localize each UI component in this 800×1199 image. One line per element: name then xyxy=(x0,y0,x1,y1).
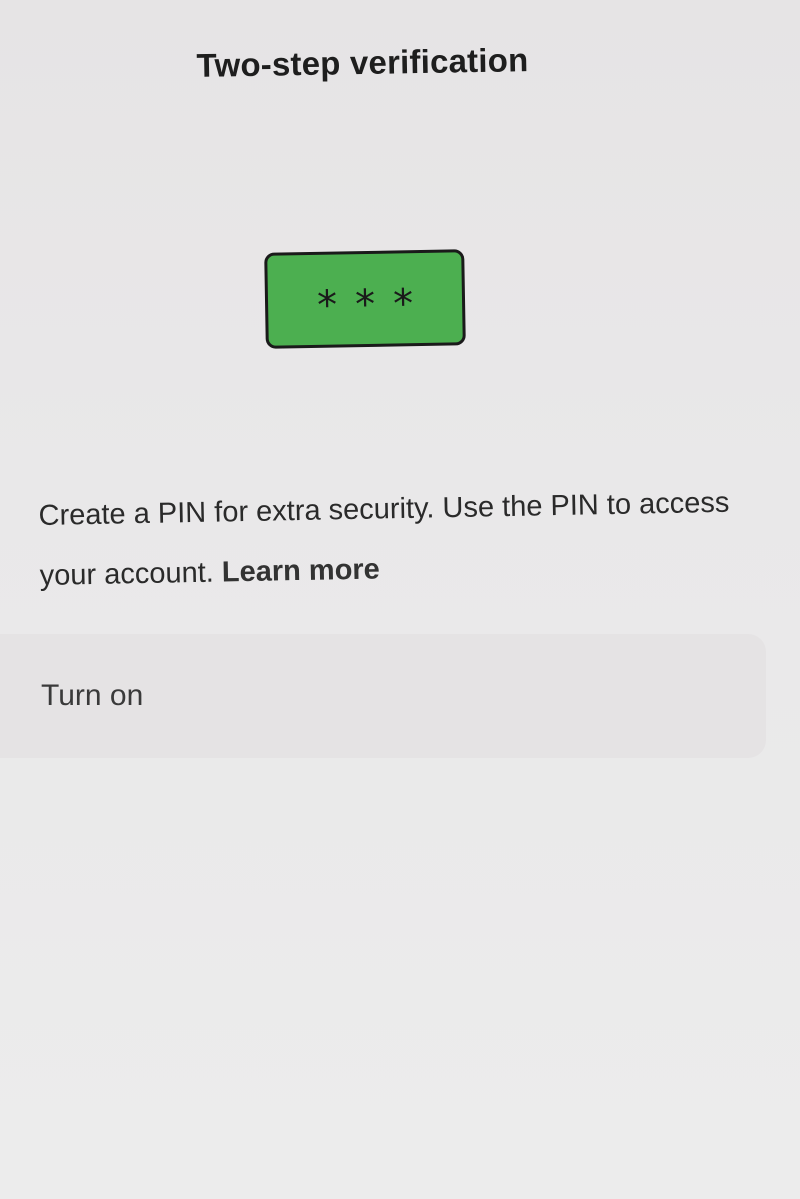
pin-description: Create a PIN for extra security. Use the… xyxy=(38,473,740,606)
description-text: Create a PIN for extra security. Use the… xyxy=(38,486,730,592)
page-title: Two-step verification xyxy=(196,41,529,84)
asterisk-glyph: * xyxy=(354,281,376,329)
turn-on-button[interactable]: Turn on xyxy=(0,634,766,758)
learn-more-link[interactable]: Learn more xyxy=(222,553,381,588)
asterisk-glyph: * xyxy=(392,281,414,328)
pin-asterisks-icon: * * * xyxy=(264,249,466,349)
turn-on-label: Turn on xyxy=(41,679,144,712)
two-step-verification-screen: Two-step verification * * * Create a PIN… xyxy=(0,0,800,1199)
asterisk-glyph: * xyxy=(316,282,338,329)
